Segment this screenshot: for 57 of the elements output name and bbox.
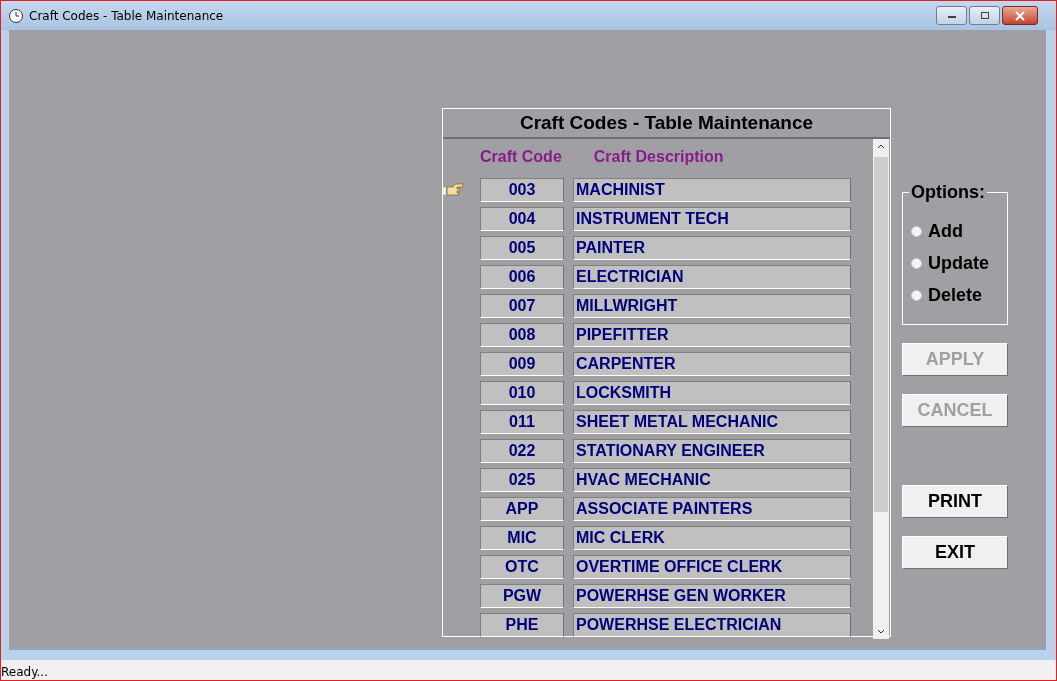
code-field[interactable]: 007 [480,293,564,318]
description-field[interactable]: ASSOCIATE PAINTERS [573,496,851,521]
description-field[interactable]: MACHINIST [573,177,851,202]
radio-icon[interactable] [911,225,922,237]
radio-option[interactable]: Add [911,215,1007,247]
description-field[interactable]: INSTRUMENT TECH [573,206,851,231]
code-field[interactable]: 010 [480,380,564,405]
minimize-button[interactable] [936,6,967,25]
code-field[interactable]: MIC [480,525,564,550]
scrollbar[interactable] [873,139,889,639]
description-field[interactable]: ELECTRICIAN [573,264,851,289]
action-button[interactable]: PRINT [902,485,1008,518]
description-field[interactable]: MILLWRIGHT [573,293,851,318]
code-field[interactable]: APP [480,496,564,521]
description-field[interactable]: LOCKSMITH [573,380,851,405]
code-field[interactable]: PGW [480,583,564,608]
description-field[interactable]: PAINTER [573,235,851,260]
description-field[interactable]: HVAC MECHANIC [573,467,851,492]
code-field[interactable]: PHE [480,612,564,637]
code-field[interactable]: 005 [480,235,564,260]
column-header: Craft Description [593,148,724,166]
radio-label: Add [928,220,963,242]
maximize-icon [978,10,991,21]
description-field[interactable]: OVERTIME OFFICE CLERK [573,554,851,579]
close-button[interactable] [1002,6,1038,25]
description-field[interactable]: POWERHSE GEN WORKER [573,583,851,608]
radio-icon[interactable] [911,257,922,269]
code-field[interactable]: 006 [480,264,564,289]
code-field[interactable]: OTC [480,554,564,579]
radio-option[interactable]: Update [911,247,1007,279]
code-field[interactable]: 025 [480,467,564,492]
close-icon [1013,10,1027,21]
code-field[interactable]: 009 [480,351,564,376]
radio-option[interactable]: Delete [911,279,1007,311]
status-text: Ready... [1,665,48,679]
description-field[interactable]: POWERHSE ELECTRICIAN [573,612,851,637]
window-title: Craft Codes - Table Maintenance [29,8,224,23]
description-field[interactable]: CARPENTER [573,351,851,376]
radio-label: Delete [928,284,983,306]
scrollbar-thumb[interactable] [874,157,888,512]
description-field[interactable]: PIPEFITTER [573,322,851,347]
code-field[interactable]: 008 [480,322,564,347]
code-field[interactable]: 022 [480,438,564,463]
action-button[interactable]: EXIT [902,536,1008,569]
description-field[interactable]: MIC CLERK [573,525,851,550]
options-label: Options: [909,182,987,203]
description-field[interactable]: STATIONARY ENGINEER [573,438,851,463]
code-field[interactable]: 011 [480,409,564,434]
code-field[interactable]: 003 [480,177,564,202]
code-field[interactable]: 004 [480,206,564,231]
maximize-button[interactable] [969,6,1000,25]
column-header: Craft Code [480,148,562,166]
description-field[interactable]: SHEET METAL MECHANIC [573,409,851,434]
radio-icon[interactable] [911,289,922,301]
clock-icon [8,7,24,24]
radio-label: Update [928,252,989,274]
panel-title: Craft Codes - Table Maintenance [443,109,890,139]
